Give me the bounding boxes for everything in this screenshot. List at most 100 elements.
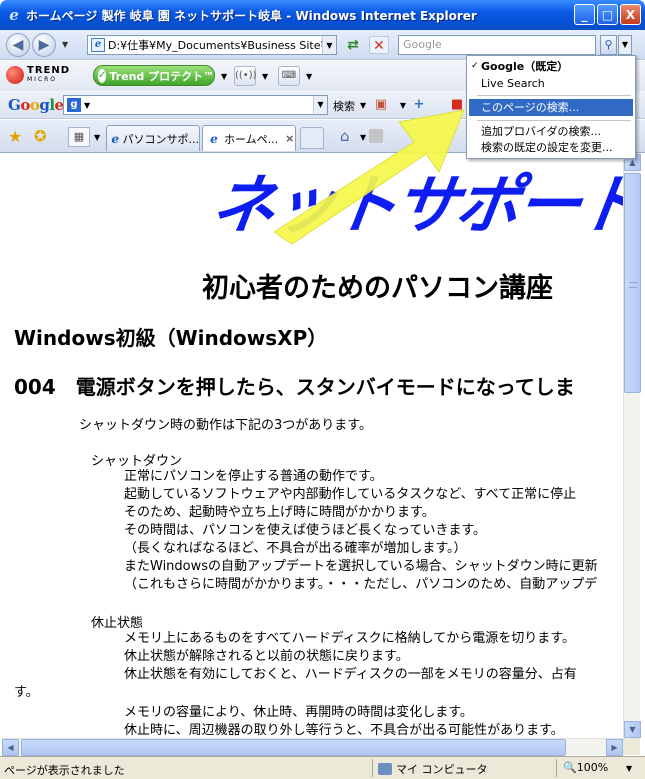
ie-logo-icon: e — [9, 6, 19, 24]
tab-label: パソコンサポ... — [122, 132, 200, 146]
plus-icon[interactable]: + — [410, 96, 428, 114]
section-line: 休止時に、周辺機器の取り外し等行うと、不具合が出る可能性があります。 — [124, 723, 564, 738]
computer-icon — [378, 763, 392, 775]
trend-logo-icon — [6, 66, 24, 84]
trend-protect-button[interactable]: ✓ Trend プロテクト™ — [93, 65, 215, 86]
checkmark-icon: ✓ — [471, 61, 479, 71]
menu-item-change-defaults[interactable]: 検索の既定の設定を変更... — [469, 139, 633, 156]
horizontal-scroll-thumb[interactable] — [21, 739, 566, 756]
google-g-dropdown[interactable]: ▼ — [84, 101, 90, 110]
zoom-value: 100% — [576, 761, 609, 774]
home-icon[interactable]: ⌂ — [340, 127, 350, 145]
window-controls: _ □ X — [574, 4, 641, 25]
scroll-right-arrow-icon[interactable]: ▶ — [606, 739, 623, 756]
keyboard-icon[interactable]: ⌨ — [278, 66, 300, 86]
menu-item-find-more-providers[interactable]: 追加プロバイダの検索... — [469, 123, 633, 140]
status-bar: ページが表示されました マイ コンピュータ 🔍100% ▼ — [0, 756, 645, 779]
forward-button[interactable]: ▶ — [32, 32, 56, 57]
scroll-left-arrow-icon[interactable]: ◀ — [2, 739, 19, 756]
level-heading: Windows初級（WindowsXP） — [14, 326, 328, 350]
address-bar[interactable]: e D:¥仕事¥My_Documents¥Business Site¥c ▼ — [87, 35, 337, 55]
topic-heading: 004 電源ボタンを押したら、スタンバイモードになってしま — [14, 375, 575, 399]
tab-list-dropdown[interactable]: ▼ — [94, 133, 100, 142]
menu-item-find-on-page[interactable]: このページの検索... — [469, 99, 633, 116]
recent-pages-dropdown[interactable]: ▼ — [62, 40, 68, 49]
search-options-dropdown[interactable]: ▼ — [618, 35, 632, 55]
google-search-options-dropdown[interactable]: ▼ — [360, 101, 366, 110]
google-search-button[interactable]: 検索 — [333, 98, 355, 114]
menu-item-google[interactable]: ✓ Google（既定） — [469, 58, 633, 75]
scroll-down-arrow-icon[interactable]: ▼ — [624, 721, 641, 738]
page-content: ネットサポート岐 初心者のためのパソコン講座 Windows初級（Windows… — [2, 154, 623, 738]
section-title-shutdown: シャットダウン — [91, 454, 183, 469]
stop-button[interactable]: ✕ — [369, 36, 389, 54]
search-icon[interactable]: ⚲ — [600, 35, 617, 55]
section-line: メモリの容量により、休止時、再開時の時間は変化します。 — [124, 705, 473, 720]
address-dropdown[interactable]: ▼ — [322, 36, 336, 54]
scrollbar-corner — [623, 738, 640, 755]
tab-close-icon[interactable]: × — [285, 132, 294, 145]
ie-page-icon: e — [111, 131, 120, 146]
add-favorites-icon[interactable]: ✪ — [34, 127, 47, 145]
google-logo[interactable]: Google — [8, 96, 64, 114]
menu-item-label: Google（既定） — [481, 60, 569, 73]
vertical-scrollbar[interactable]: ▲ ▼ — [623, 154, 641, 738]
status-divider — [556, 759, 557, 777]
address-value[interactable]: D:¥仕事¥My_Documents¥Business Site¥c — [108, 37, 334, 53]
site-banner: ネットサポート岐 — [206, 169, 623, 243]
feed-icon[interactable] — [369, 129, 383, 143]
tab-label: ホームペ... — [224, 132, 279, 146]
google-search-input[interactable]: g ▼ ▼ — [63, 95, 328, 115]
new-tab-button[interactable] — [300, 127, 324, 149]
security-zone[interactable]: マイ コンピュータ — [378, 761, 488, 777]
trend-protect-dropdown[interactable]: ▼ — [221, 72, 227, 81]
close-button[interactable]: X — [620, 4, 641, 25]
wireless-dropdown[interactable]: ▼ — [262, 72, 268, 81]
menu-separator — [477, 120, 631, 121]
grip-icon — [629, 282, 637, 288]
maximize-button[interactable]: □ — [597, 4, 618, 25]
section-line: その時間は、パソコンを使えば使うほど長くなっていきます。 — [124, 523, 487, 538]
zone-label: マイ コンピュータ — [396, 763, 488, 776]
popup-blocker-icon[interactable]: ■ — [448, 96, 466, 114]
status-text: ページが表示されました — [4, 764, 125, 777]
trend-protect-label: Trend プロテクト™ — [109, 69, 215, 83]
zoom-level[interactable]: 🔍100% — [563, 761, 608, 774]
page-icon: e — [91, 38, 105, 52]
section-line: （長くなればなるほど、不具合が出る確率が増加します。） — [124, 541, 467, 556]
section-line: （これもさらに時間がかかります。・・・ただし、パソコンのため、自動アップデ — [124, 577, 598, 592]
trend-micro-logo: TREND MICRO — [6, 66, 70, 84]
wireless-icon[interactable]: ((•)) — [234, 66, 257, 86]
keyboard-dropdown[interactable]: ▼ — [306, 72, 312, 81]
menu-item-live-search[interactable]: Live Search — [469, 75, 633, 92]
quick-tabs-icon[interactable]: ▦ — [68, 127, 90, 147]
google-search-dropdown[interactable]: ▼ — [313, 96, 327, 114]
intro-text: シャットダウン時の動作は下記の3つがあります。 — [79, 418, 372, 433]
page-subtitle: 初心者のためのパソコン講座 — [202, 273, 553, 304]
bookmarks-icon[interactable]: ▣ — [372, 96, 390, 114]
section-line: そのため、起動時や立ち上げ時に時間がかかります。 — [124, 505, 435, 520]
section-line: またWindowsの自動アップデートを選択している場合、シャットダウン時に更新 — [124, 559, 598, 574]
ie-page-icon: e — [210, 131, 218, 146]
favorites-star-icon[interactable]: ★ — [8, 127, 22, 146]
section-line: 休止状態が解除されると以前の状態に戻ります。 — [124, 649, 409, 664]
tab-homepage[interactable]: e ホームペ... × — [202, 125, 296, 151]
section-line: メモリ上にあるものをすべてハードディスクに格納してから電源を切ります。 — [124, 631, 575, 646]
check-icon: ✓ — [98, 68, 107, 83]
minimize-button[interactable]: _ — [574, 4, 595, 25]
zoom-dropdown[interactable]: ▼ — [626, 764, 632, 773]
vertical-scroll-thumb[interactable] — [624, 173, 641, 393]
menu-separator — [477, 95, 631, 96]
window-title: ホームページ 製作 岐阜 園 ネットサポート岐阜 - Windows Inter… — [26, 8, 477, 23]
google-g-icon[interactable]: g — [67, 98, 81, 112]
home-dropdown[interactable]: ▼ — [360, 133, 366, 142]
refresh-button[interactable]: ⇄ — [343, 36, 363, 54]
section-line: 正常にパソコンを停止する普通の動作です。 — [124, 469, 383, 484]
tab-pc-support[interactable]: e パソコンサポ... — [106, 125, 200, 151]
section-line: す。 — [14, 685, 39, 700]
trend-logo-sub: MICRO — [27, 76, 58, 83]
horizontal-scrollbar[interactable]: ◀ ▶ — [2, 738, 623, 756]
back-button[interactable]: ◀ — [6, 32, 30, 57]
section-title-hibernate: 休止状態 — [91, 616, 144, 631]
search-input[interactable]: Google — [398, 35, 596, 55]
